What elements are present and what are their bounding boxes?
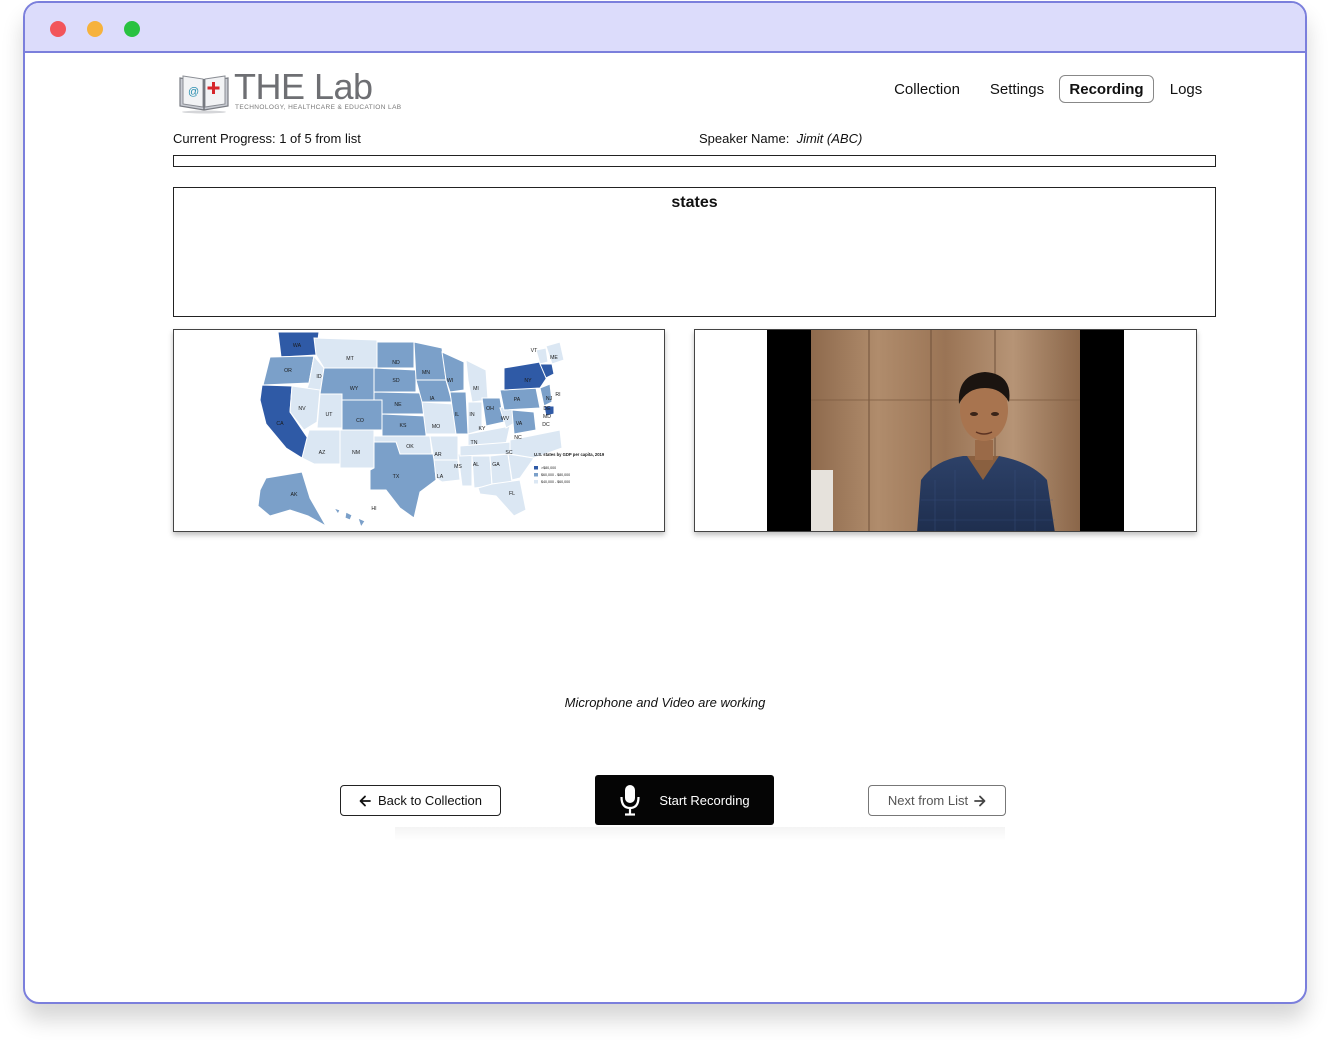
nav-recording[interactable]: Recording: [1059, 75, 1154, 103]
svg-text:SC: SC: [505, 450, 512, 456]
book-logo-icon: @: [179, 75, 229, 114]
svg-text:VA: VA: [516, 421, 523, 427]
svg-text:MS: MS: [454, 464, 462, 470]
svg-text:UT: UT: [326, 412, 334, 418]
svg-text:ND: ND: [392, 360, 400, 366]
svg-text:MD: MD: [543, 414, 551, 420]
svg-text:MI: MI: [473, 386, 479, 392]
svg-text:ID: ID: [316, 374, 321, 380]
svg-text:TX: TX: [393, 474, 400, 480]
svg-text:MN: MN: [422, 370, 430, 376]
svg-text:NM: NM: [352, 450, 360, 456]
camera-feed: [695, 330, 1196, 531]
back-to-collection-label: Back to Collection: [377, 793, 483, 808]
svg-text:IA: IA: [430, 396, 435, 402]
start-recording-label: Start Recording: [659, 792, 750, 808]
speaker-name-row: Speaker Name: Jimit (ABC): [699, 131, 862, 146]
svg-text:IL: IL: [455, 412, 459, 418]
map-legend-item-low: $40,000 - $60,000: [541, 480, 570, 484]
nav-settings[interactable]: Settings: [979, 75, 1055, 103]
svg-text:DC: DC: [542, 422, 550, 428]
svg-text:WY: WY: [350, 386, 359, 392]
svg-text:AL: AL: [473, 462, 479, 468]
svg-text:KY: KY: [479, 426, 486, 432]
svg-text:WA: WA: [293, 343, 302, 349]
svg-text:NE: NE: [394, 402, 402, 408]
svg-text:NY: NY: [524, 378, 532, 384]
camera-preview-panel: [694, 329, 1197, 532]
close-window-dot[interactable]: [50, 21, 66, 37]
svg-text:OK: OK: [406, 444, 414, 450]
button-row-shadow: [395, 827, 1005, 841]
svg-text:WI: WI: [447, 378, 453, 384]
svg-text:VT: VT: [531, 348, 538, 354]
device-status-message: Microphone and Video are working: [564, 695, 766, 710]
back-to-collection-button[interactable]: Back to Collection: [340, 785, 501, 816]
microphone-icon: [620, 785, 640, 816]
svg-text:GA: GA: [492, 462, 500, 468]
start-recording-button[interactable]: Start Recording: [595, 775, 774, 825]
svg-text:NC: NC: [514, 435, 522, 441]
nav-collection[interactable]: Collection: [883, 75, 971, 103]
minimize-window-dot[interactable]: [87, 21, 103, 37]
svg-text:SD: SD: [392, 378, 399, 384]
svg-text:KS: KS: [400, 423, 407, 429]
svg-text:AK: AK: [291, 492, 298, 498]
window-titlebar: [25, 3, 1305, 53]
svg-text:DE: DE: [543, 406, 551, 412]
svg-text:AZ: AZ: [319, 450, 326, 456]
map-legend-item-mid: $60,000 - $80,000: [541, 473, 570, 477]
svg-text:AR: AR: [434, 452, 441, 458]
logo-title: THE Lab: [234, 66, 373, 107]
svg-text:TN: TN: [471, 440, 478, 446]
nav-logs[interactable]: Logs: [1160, 75, 1212, 103]
next-from-list-button[interactable]: Next from List: [868, 785, 1006, 816]
svg-text:RI: RI: [555, 392, 560, 398]
svg-text:ME: ME: [550, 355, 558, 361]
svg-text:FL: FL: [509, 491, 515, 497]
progress-bar: [173, 155, 1216, 167]
svg-text:CO: CO: [356, 418, 364, 424]
svg-text:CA: CA: [276, 421, 284, 427]
current-progress-text: Current Progress: 1 of 5 from list: [173, 131, 361, 146]
prompt-box: states: [173, 187, 1216, 317]
svg-text:MO: MO: [432, 424, 440, 430]
map-legend-title: U.S. states by GDP per capita, 2019: [534, 452, 605, 457]
svg-text:NV: NV: [298, 406, 306, 412]
arrow-right-icon: [974, 795, 986, 806]
map-legend-item-high: >$80,000: [541, 466, 556, 470]
svg-text:OH: OH: [486, 406, 494, 412]
svg-text:@: @: [188, 86, 199, 98]
svg-text:HI: HI: [371, 506, 376, 512]
speaker-label: Speaker Name:: [699, 131, 790, 146]
svg-text:MT: MT: [346, 356, 354, 362]
arrow-left-icon: [359, 795, 371, 806]
svg-text:LA: LA: [437, 474, 444, 480]
svg-text:OR: OR: [284, 368, 292, 374]
maximize-window-dot[interactable]: [124, 21, 140, 37]
us-map-image: WA OR CA MT ID NV UT AZ WY CO NM ND SD NE KS OK TX M…: [237, 330, 605, 531]
speaker-name: Jimit (ABC): [796, 131, 863, 146]
logo-subtitle: TECHNOLOGY, HEALTHCARE & EDUCATION LAB: [235, 104, 402, 111]
prompt-image-panel: WA OR CA MT ID NV UT AZ WY CO NM ND SD NE KS OK TX M…: [173, 329, 665, 532]
svg-text:PA: PA: [514, 397, 521, 403]
svg-text:WV: WV: [501, 416, 510, 422]
app-window: @ THE Lab TECHNOLOGY, HEALTHCARE & EDUCA…: [23, 1, 1307, 1004]
svg-text:IN: IN: [469, 412, 474, 418]
app-logo[interactable]: @ THE Lab TECHNOLOGY, HEALTHCARE & EDUCA…: [177, 66, 401, 116]
prompt-word: states: [671, 194, 718, 211]
svg-text:NJ: NJ: [546, 396, 553, 402]
next-from-list-label: Next from List: [887, 793, 969, 808]
